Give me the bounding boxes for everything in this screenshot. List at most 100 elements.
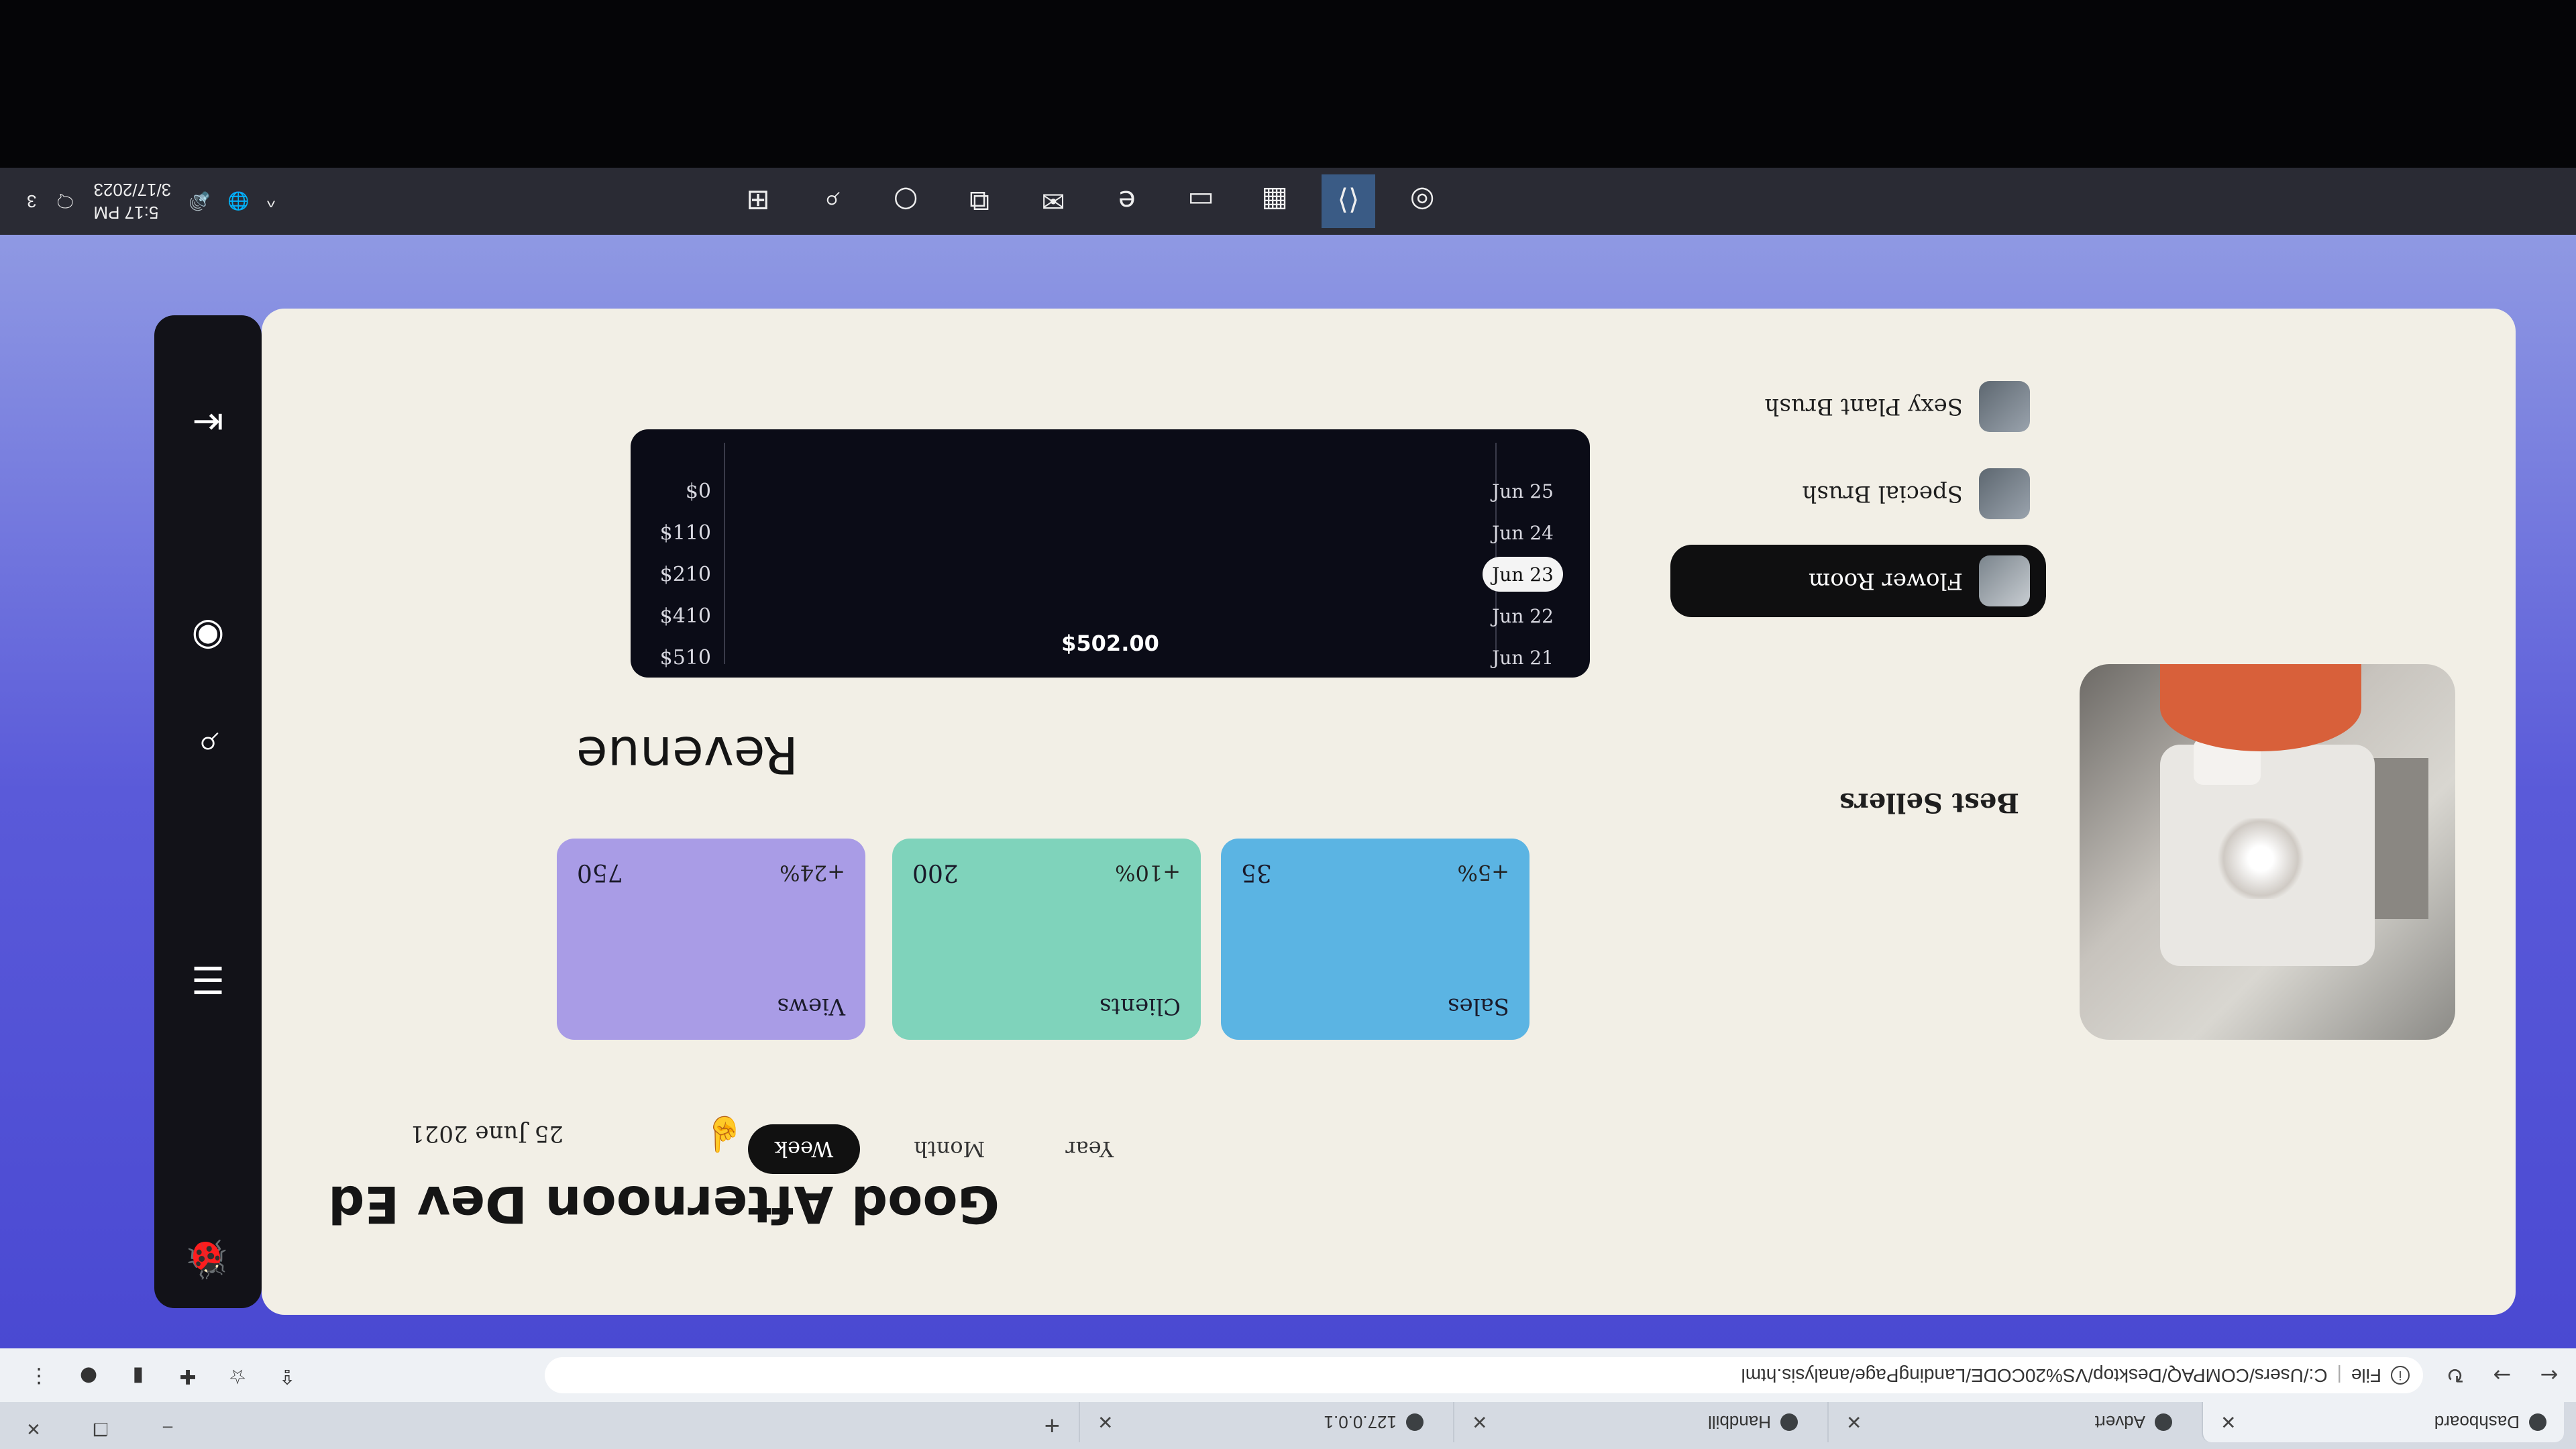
period-month[interactable]: Month <box>887 1124 1012 1174</box>
product-thumbnail <box>1979 555 2030 606</box>
url-separator: | <box>2337 1365 2342 1386</box>
product-photo <box>2080 664 2455 1040</box>
profile-avatar-icon[interactable]: ● <box>70 1358 107 1395</box>
file-explorer-icon[interactable]: ▭ <box>1174 174 1228 228</box>
stat-label: Views <box>777 993 845 1020</box>
minimize-button[interactable]: – <box>134 1409 201 1449</box>
revenue-chart[interactable]: $510 $410 $210 $110 $0 Jun 21 Jun 22 Jun 23 Jun … <box>631 429 1590 678</box>
new-tab-button[interactable]: + <box>1044 1410 1060 1440</box>
bug-logo-icon[interactable]: 🐞 <box>181 1234 235 1281</box>
current-date: 25 June 2021 <box>410 1120 564 1147</box>
x-tick-label: Jun 25 <box>1490 480 1554 502</box>
globe-icon <box>2155 1413 2172 1431</box>
tab-title: Dashboard <box>2434 1412 2520 1433</box>
close-icon[interactable]: ✕ <box>1472 1411 1487 1434</box>
photo-flowers-shape <box>2214 818 2308 899</box>
stat-value: 200 <box>912 859 959 886</box>
clock-time: 5:17 PM <box>93 203 159 223</box>
product-name: Flower Room <box>1809 568 1963 594</box>
tab-dashboard[interactable]: Dashboard ✕ <box>2202 1402 2564 1442</box>
navigate-icon[interactable]: ◉ <box>181 610 235 664</box>
y-tick-label: $510 <box>660 646 711 669</box>
task-view-icon[interactable]: ⧉ <box>953 174 1006 228</box>
browser-toolbar: ← → ↻ i File | C:/Users/COMPAQ/Desktop/V… <box>0 1348 2576 1402</box>
restore-button[interactable]: ❐ <box>67 1409 134 1449</box>
close-icon[interactable]: ✕ <box>2220 1411 2236 1434</box>
reload-icon[interactable]: ↻ <box>2435 1355 2475 1395</box>
best-seller-item-flower-room[interactable]: Flower Room <box>1670 545 2046 617</box>
close-icon[interactable]: ✕ <box>1846 1411 1862 1434</box>
tab-title: 127.0.0.1 <box>1324 1412 1397 1433</box>
share-icon[interactable]: ⇪ <box>268 1358 306 1395</box>
close-icon[interactable]: ✕ <box>1097 1411 1113 1434</box>
window-controls: – ❐ ✕ <box>0 1409 201 1449</box>
best-sellers-heading: Best Sellers <box>1839 787 2019 818</box>
info-icon[interactable]: i <box>2391 1366 2410 1385</box>
taskbar-clock[interactable]: 5:17 PM 3/17/2023 <box>93 178 171 224</box>
collapse-menu-icon[interactable]: ⇤ <box>181 396 235 449</box>
page-title: Good Afternoon Dev Ed <box>328 1175 1000 1234</box>
rotated-photo-scene: Dashboard ✕ Advert ✕ Handbill ✕ 127.0.0.… <box>0 0 2576 1449</box>
stat-card-sales[interactable]: Sales 35 +5% <box>1221 839 1529 1040</box>
close-button[interactable]: ✕ <box>0 1409 67 1449</box>
stat-label: Sales <box>1447 993 1509 1020</box>
y-tick-label: $410 <box>660 604 711 628</box>
x-tick-label: Jun 22 <box>1490 605 1554 627</box>
clock-date: 3/17/2023 <box>93 180 172 200</box>
product-thumbnail <box>1979 468 2030 519</box>
windows-taskbar: ^ 🌐 🔊 5:17 PM 3/17/2023 🗨 3 ◎ ⟨⟩ ▦ ▭ e ✉… <box>0 168 2576 235</box>
best-seller-item-sexy-plant-brush[interactable]: Sexy Plant Brush <box>1670 370 2046 443</box>
period-week[interactable]: Week <box>747 1124 861 1174</box>
product-name: Sexy Plant Brush <box>1764 393 1963 420</box>
stat-value: 35 <box>1241 859 1272 886</box>
tab-title: Advert <box>2094 1412 2145 1433</box>
page-background: Good Afternoon Dev Ed 25 June 2021 ☝ Yea… <box>0 235 2576 1348</box>
forward-arrow-icon[interactable]: → <box>2482 1355 2522 1395</box>
y-tick-label: $210 <box>660 563 711 586</box>
notification-center-icon[interactable]: 🗨 <box>54 191 76 212</box>
stat-card-clients[interactable]: Clients 200 +10% <box>892 839 1201 1040</box>
stat-change: +24% <box>780 860 845 885</box>
bookmark-star-icon[interactable]: ☆ <box>219 1358 256 1395</box>
stat-value: 750 <box>577 859 623 886</box>
stat-card-views[interactable]: Views 750 +24% <box>557 839 865 1040</box>
product-thumbnail <box>1979 381 2030 432</box>
stat-label: Clients <box>1099 993 1181 1020</box>
x-tick-label: Jun 23 <box>1490 564 1554 586</box>
side-panel-icon[interactable]: ▮ <box>119 1358 157 1395</box>
y-tick-label: $110 <box>660 521 711 545</box>
globe-icon <box>2529 1413 2546 1431</box>
period-selector: Year Month Week <box>747 1124 1140 1174</box>
volume-icon[interactable]: 🔊 <box>189 191 210 212</box>
period-year[interactable]: Year <box>1038 1124 1140 1174</box>
windows-start-icon[interactable]: ⊞ <box>731 174 785 228</box>
photo-orange-shape <box>2160 664 2361 751</box>
browser-window-chrome: Dashboard ✕ Advert ✕ Handbill ✕ 127.0.0.… <box>0 1348 2576 1449</box>
mail-icon[interactable]: ✉ <box>1026 174 1080 228</box>
back-arrow-icon[interactable]: ← <box>2529 1355 2569 1395</box>
extensions-puzzle-icon[interactable]: ✚ <box>169 1358 207 1395</box>
cortana-icon[interactable]: ○ <box>879 174 932 228</box>
hamburger-icon[interactable]: ☰ <box>181 953 235 1006</box>
notification-count: 3 <box>27 191 37 212</box>
kebab-menu-icon[interactable]: ⋮ <box>20 1358 58 1395</box>
search-icon[interactable]: ⌕ <box>181 718 235 771</box>
address-bar[interactable]: i File | C:/Users/COMPAQ/Desktop/VS%20CO… <box>545 1357 2423 1393</box>
product-name: Special Brush <box>1802 480 1963 507</box>
search-icon[interactable]: ⌕ <box>805 174 859 228</box>
chevron-up-icon[interactable]: ^ <box>267 191 275 212</box>
tab-localhost[interactable]: 127.0.0.1 ✕ <box>1079 1402 1441 1442</box>
dashboard-card: Good Afternoon Dev Ed 25 June 2021 ☝ Yea… <box>262 309 2516 1315</box>
tab-handbill[interactable]: Handbill ✕ <box>1453 1402 1815 1442</box>
stat-change: +10% <box>1115 860 1181 885</box>
best-seller-item-special-brush[interactable]: Special Brush <box>1670 458 2046 530</box>
y-tick-label: $0 <box>686 480 711 503</box>
chrome-icon[interactable]: ◎ <box>1395 174 1449 228</box>
monitor-screen: Dashboard ✕ Advert ✕ Handbill ✕ 127.0.0.… <box>0 0 2576 1449</box>
tab-advert[interactable]: Advert ✕ <box>1827 1402 2190 1442</box>
edge-icon[interactable]: e <box>1100 174 1154 228</box>
vscode-icon[interactable]: ⟨⟩ <box>1322 174 1375 228</box>
system-tray: ^ 🌐 🔊 5:17 PM 3/17/2023 🗨 3 <box>27 168 275 235</box>
network-icon[interactable]: 🌐 <box>228 191 250 212</box>
store-icon[interactable]: ▦ <box>1248 174 1301 228</box>
